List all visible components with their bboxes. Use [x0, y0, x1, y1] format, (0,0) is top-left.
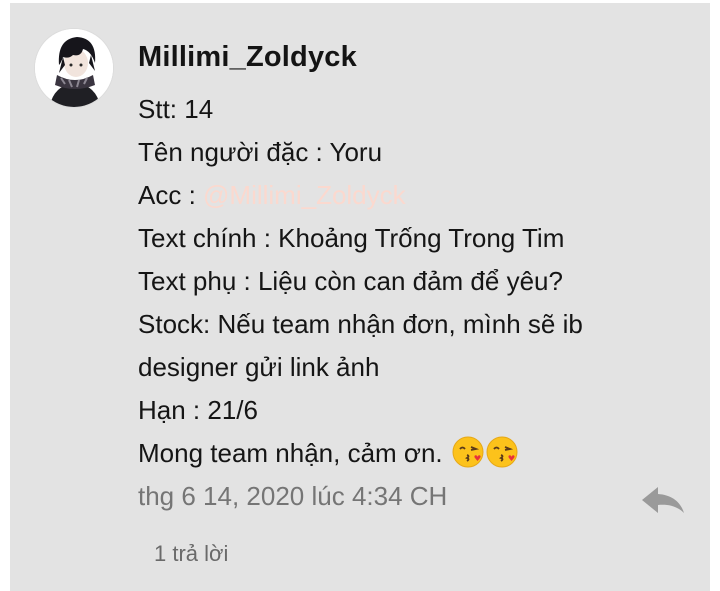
stt-line: Stt: 14: [138, 94, 214, 124]
closing-line: Mong team nhận, cảm ơn.: [138, 432, 698, 475]
comment-card: Millimi_Zoldyck Stt: 14 Tên người đặc : …: [10, 3, 710, 591]
username[interactable]: Millimi_Zoldyck: [138, 41, 357, 74]
avatar[interactable]: [34, 28, 114, 108]
reply-arrow-icon[interactable]: [640, 483, 686, 519]
acc-label: Acc :: [138, 180, 204, 210]
face-blowing-kiss-icon: [452, 436, 484, 468]
stock-line-2: designer gửi link ảnh: [138, 352, 380, 382]
acc-line: Acc : @Millimi_Zoldyck: [138, 174, 698, 217]
main-text-line: Text chính : Khoảng Trống Trong Tim: [138, 223, 565, 253]
avatar-image: [35, 29, 113, 107]
customer-name-line: Tên người đặc : Yoru: [138, 137, 383, 167]
face-blowing-kiss-icon: [486, 436, 518, 468]
timestamp: thg 6 14, 2020 lúc 4:34 CH: [138, 481, 448, 511]
closing-text: Mong team nhận, cảm ơn.: [138, 438, 450, 468]
comment-body: Stt: 14 Tên người đặc : Yoru Acc : @Mill…: [138, 88, 698, 475]
sub-text-line: Text phụ : Liệu còn can đảm để yêu?: [138, 266, 563, 296]
stock-line-1: Stock: Nếu team nhận đơn, mình sẽ ib: [138, 309, 583, 339]
deadline-line: Hạn : 21/6: [138, 395, 258, 425]
mention-link[interactable]: @Millimi_Zoldyck: [203, 180, 406, 210]
replies-count-link[interactable]: 1 trả lời: [154, 541, 228, 567]
